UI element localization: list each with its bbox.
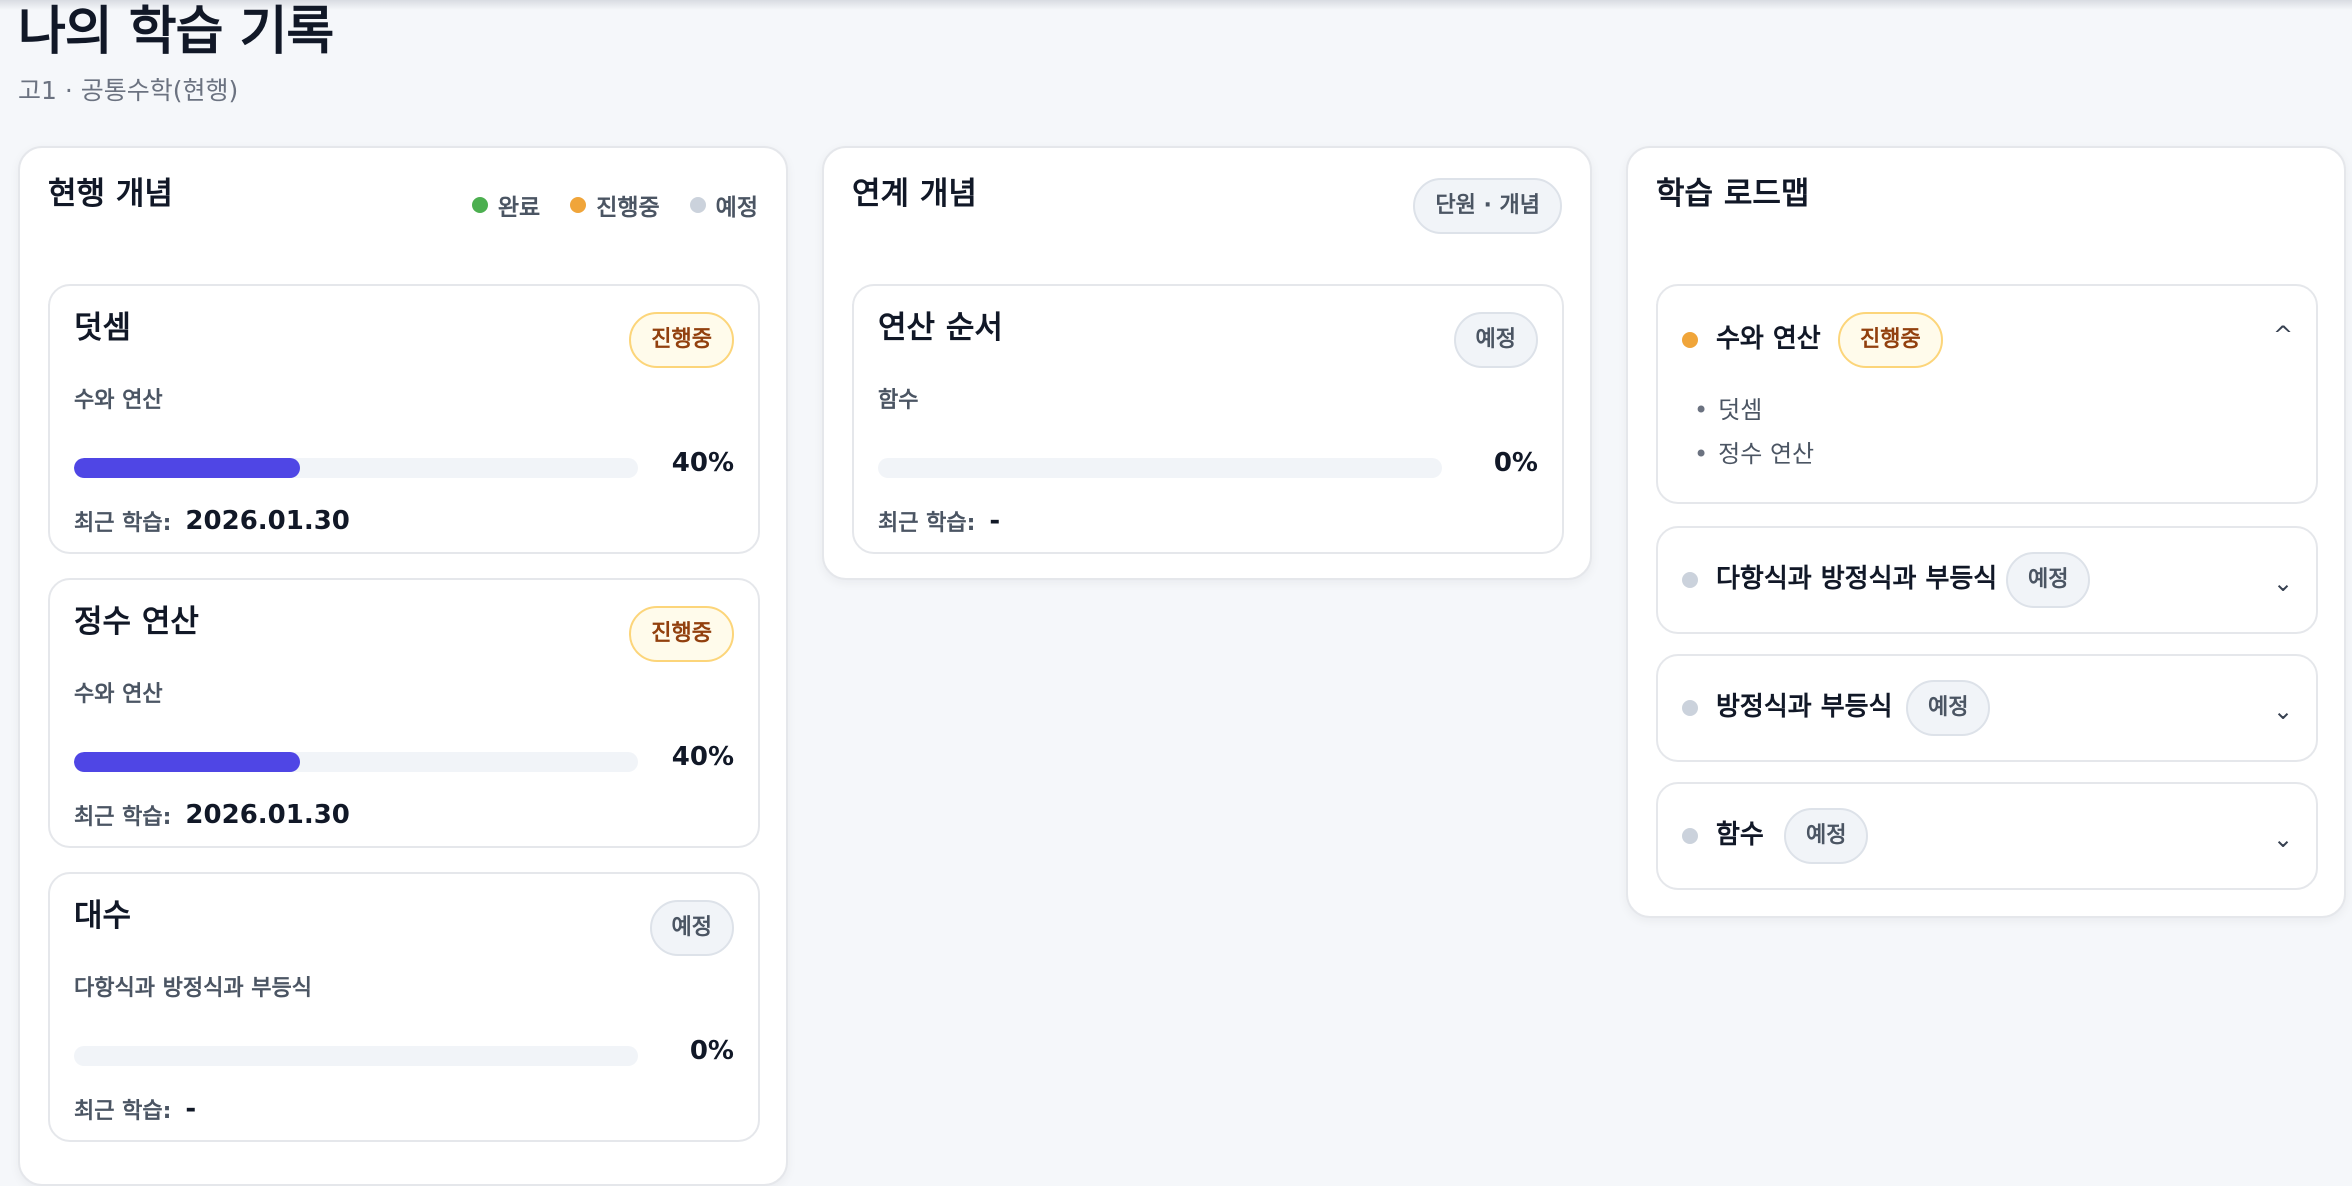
- recent-study: 최근 학습: 2026.01.30: [74, 504, 350, 538]
- concept-unit: 수와 연산: [74, 388, 163, 413]
- roadmap-subitem-label: 덧셈: [1718, 396, 1763, 424]
- concept-unit: 함수: [878, 388, 919, 413]
- concept-title: 덧셈: [74, 310, 132, 346]
- panel-title: 현행 개념: [48, 176, 173, 212]
- legend-done: 완료: [497, 195, 541, 221]
- page-title: 나의 학습 기록: [18, 2, 334, 62]
- current-concepts-panel: 현행 개념 완료 진행중 예정 덧셈 진행중 수와 연산 40% 최근 학습: …: [18, 146, 788, 1186]
- progress-fill: [74, 458, 300, 478]
- recent-study-label: 최근 학습:: [74, 805, 172, 830]
- recent-study: 최근 학습: -: [74, 1092, 196, 1126]
- roadmap-subitem-label: 정수 연산: [1718, 440, 1815, 468]
- progress-dot-icon: [570, 197, 587, 213]
- progress-dot-icon: [1682, 332, 1698, 348]
- planned-dot-icon: [1682, 700, 1698, 716]
- roadmap-item-equations-inequalities[interactable]: 방정식과 부등식 예정 ⌄: [1656, 654, 2318, 762]
- panel-title: 학습 로드맵: [1656, 176, 1810, 212]
- planned-dot-icon: [689, 197, 706, 213]
- legend-progress: 진행중: [596, 195, 660, 221]
- concept-unit: 수와 연산: [74, 682, 163, 707]
- roadmap-subitem[interactable]: • 정수 연산: [1694, 438, 1814, 470]
- progress-percent: 40%: [671, 448, 734, 478]
- progress-bar: [74, 1046, 638, 1066]
- progress-fill: [74, 752, 300, 772]
- recent-study-date: -: [185, 1094, 197, 1124]
- learning-roadmap-panel: 학습 로드맵 수와 연산 진행중 ^ • 덧셈 • 정수 연산 다항식과 방정식과 …: [1626, 146, 2346, 918]
- recent-study-label: 최근 학습:: [878, 511, 976, 536]
- concept-card-addition[interactable]: 덧셈 진행중 수와 연산 40% 최근 학습: 2026.01.30: [48, 284, 760, 554]
- roadmap-item-title: 함수: [1716, 820, 1764, 850]
- roadmap-item-title: 수와 연산: [1716, 324, 1821, 354]
- progress-percent: 40%: [671, 742, 734, 772]
- status-badge: 예정: [649, 900, 734, 956]
- roadmap-item-polynomials-equations-inequalities[interactable]: 다항식과 방정식과 부등식 예정 ⌄: [1656, 526, 2318, 634]
- progress-bar: [74, 458, 638, 478]
- recent-study-date: 2026.01.30: [185, 800, 350, 830]
- top-shadow: [0, 0, 2352, 10]
- recent-study-date: -: [989, 506, 1001, 536]
- linked-concepts-panel: 연계 개념 단원 · 개념 연산 순서 예정 함수 0% 최근 학습: -: [822, 146, 1592, 580]
- recent-study: 최근 학습: 2026.01.30: [74, 798, 350, 832]
- recent-study: 최근 학습: -: [878, 504, 1000, 538]
- done-dot-icon: [471, 197, 488, 213]
- roadmap-subitem[interactable]: • 덧셈: [1694, 394, 1762, 426]
- planned-dot-icon: [1682, 828, 1698, 844]
- chevron-up-icon[interactable]: ^: [2272, 323, 2294, 347]
- legend-planned: 예정: [715, 195, 758, 221]
- chevron-down-icon[interactable]: ⌄: [2272, 571, 2294, 595]
- panel-header: 현행 개념: [48, 148, 758, 306]
- recent-study-label: 최근 학습:: [74, 1099, 172, 1124]
- roadmap-item-title: 다항식과 방정식과 부등식: [1716, 564, 1998, 594]
- panel-title: 연계 개념: [852, 176, 977, 212]
- concept-card-integer-ops[interactable]: 정수 연산 진행중 수와 연산 40% 최근 학습: 2026.01.30: [48, 578, 760, 848]
- progress-bar: [878, 458, 1442, 478]
- page-subtitle: 고1 · 공통수학(현행): [18, 76, 239, 105]
- progress-percent: 0%: [1493, 448, 1538, 478]
- chevron-down-icon[interactable]: ⌄: [2272, 827, 2294, 851]
- status-legend: 완료 진행중 예정: [471, 190, 758, 221]
- status-badge: 진행중: [629, 312, 734, 368]
- unit-concept-filter-button[interactable]: 단원 · 개념: [1413, 178, 1562, 234]
- status-badge: 예정: [1784, 808, 1869, 864]
- concept-unit: 다항식과 방정식과 부등식: [74, 976, 312, 1001]
- status-badge: 진행중: [1838, 312, 1943, 368]
- concept-title: 대수: [74, 898, 132, 934]
- bullet-icon: •: [1694, 440, 1709, 468]
- progress-bar: [74, 752, 638, 772]
- status-badge: 예정: [2006, 552, 2091, 608]
- bullet-icon: •: [1694, 396, 1709, 424]
- concept-card-algebra[interactable]: 대수 예정 다항식과 방정식과 부등식 0% 최근 학습: -: [48, 872, 760, 1142]
- roadmap-item-number-operations[interactable]: 수와 연산 진행중 ^ • 덧셈 • 정수 연산: [1656, 284, 2318, 504]
- concept-card-operation-order[interactable]: 연산 순서 예정 함수 0% 최근 학습: -: [852, 284, 1564, 554]
- status-badge: 예정: [1906, 680, 1991, 736]
- roadmap-item-title: 방정식과 부등식: [1716, 692, 1893, 722]
- status-badge: 예정: [1453, 312, 1538, 368]
- concept-title: 정수 연산: [74, 604, 199, 640]
- chevron-down-icon[interactable]: ⌄: [2272, 699, 2294, 723]
- recent-study-label: 최근 학습:: [74, 511, 172, 536]
- panel-header: 학습 로드맵: [1656, 148, 2316, 306]
- recent-study-date: 2026.01.30: [185, 506, 350, 536]
- planned-dot-icon: [1682, 572, 1698, 588]
- progress-percent: 0%: [689, 1036, 734, 1066]
- roadmap-item-functions[interactable]: 함수 예정 ⌄: [1656, 782, 2318, 890]
- concept-title: 연산 순서: [878, 310, 1003, 346]
- status-badge: 진행중: [629, 606, 734, 662]
